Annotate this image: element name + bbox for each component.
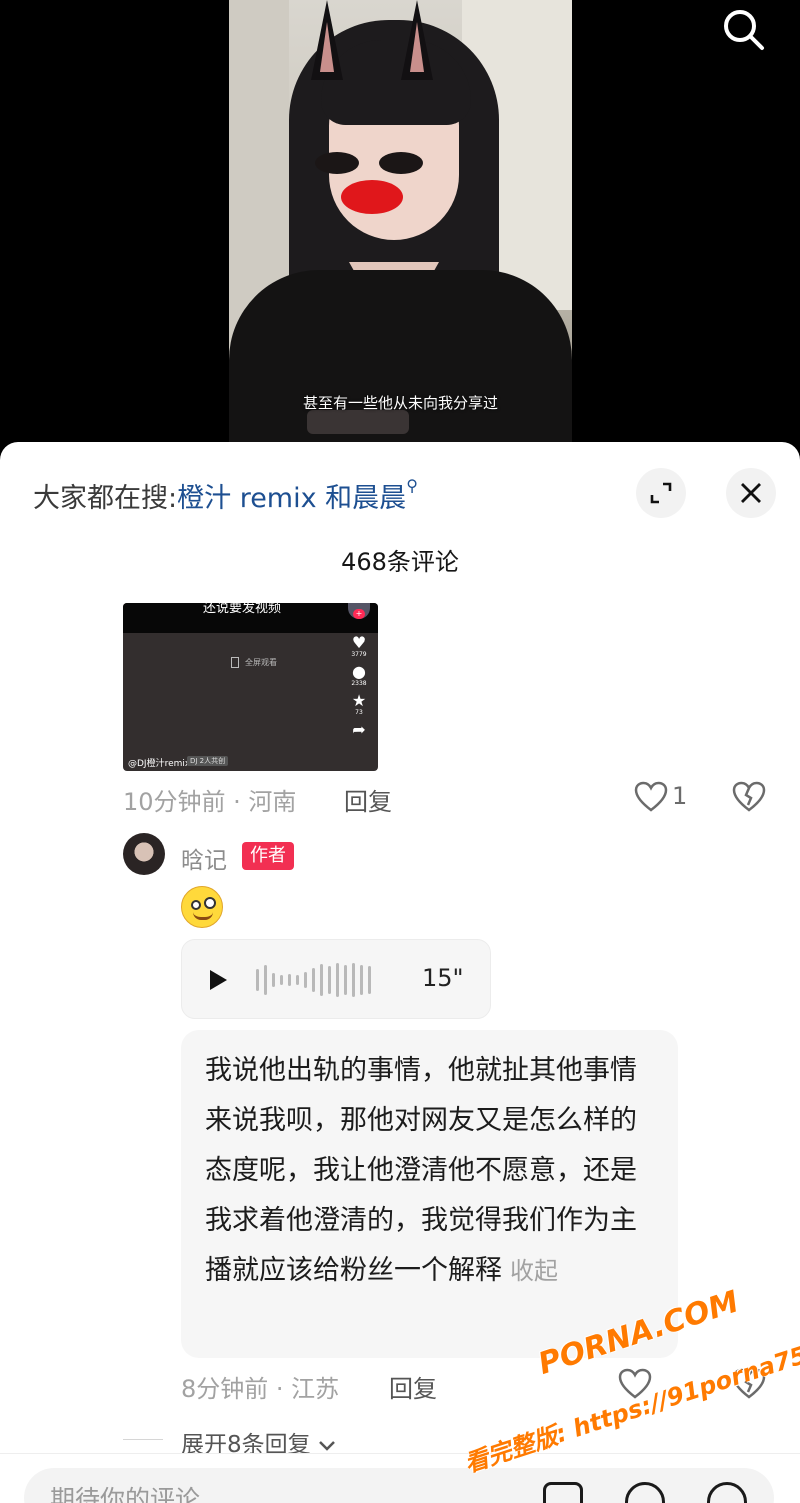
cat-ear-filter [410,22,424,72]
dizzy-face-emoji-icon [181,886,223,928]
voice-message[interactable]: 15" [181,939,491,1019]
image-icon[interactable] [543,1482,583,1503]
video-subtitle: 甚至有一些他从未向我分享过 [302,394,498,412]
comment-timestamp: 8分钟前 · 江苏 [181,1375,340,1403]
thumbnail-caption: 还说要发视频 [203,603,282,616]
voice-duration: 15" [422,964,464,992]
expand-icon [650,482,672,504]
thumbnail-likes: 3779 [351,651,367,658]
search-button[interactable] [718,4,768,54]
comment-text-bubble: 我说他出轨的事情，他就扯其他事情来说我呗，那他对网友又是怎么样的态度呢，我让他澄… [181,1030,678,1358]
cat-ear-filter [320,22,334,72]
thumbnail-handle: @DJ橙汁remix [128,759,191,769]
thumbnail-tag: DJ 2人共创 [187,756,229,766]
reply-button[interactable]: 回复 [389,1369,437,1404]
hot-search-prefix: 大家都在搜: [33,483,178,514]
reply-button[interactable]: 回复 [344,782,392,817]
author-badge: 作者 [242,842,294,870]
comment-image-attachment[interactable]: 还说要发视频 + 全屏观看 ♥ 3779 ● 2338 ★ 73 ➦ @DJ橙汁… [123,603,378,771]
comment-text: 我说他出轨的事情，他就扯其他事情来说我呗，那他对网友又是怎么样的态度呢，我让他澄… [205,1055,637,1286]
comment-input-placeholder: 期待你的评论 [50,1485,201,1503]
thumbnail-action-column: ♥ 3779 ● 2338 ★ 73 ➦ [348,629,370,738]
video-person-eye [315,152,359,174]
comment-input-bar: 期待你的评论 [0,1453,800,1503]
heart-outline-icon [634,781,668,812]
comment-count-title: 468条评论 [341,548,459,576]
thumbnail-comments: 2338 [351,680,367,687]
hot-search-keyword[interactable]: 橙汁 remix 和晨晨 [177,483,406,514]
like-button[interactable] [634,781,668,817]
close-icon [741,483,761,503]
expand-button[interactable] [636,468,686,518]
video-person-eye [379,152,423,174]
video-player[interactable]: 甚至有一些他从未向我分享过 [0,0,800,445]
collapse-button[interactable]: 收起 [510,1257,558,1285]
like-count: 1 [672,782,688,810]
comment-sheet: 大家都在搜:橙汁 remix 和晨晨⚲ 468条评论 还说要发视频 + 全屏观看… [0,442,800,1503]
thumbnail-fullscreen-label: 全屏观看 [231,657,277,668]
broken-heart-icon [732,781,766,812]
avatar[interactable] [123,833,165,875]
thumbnail-favorites: 73 [355,709,363,716]
search-icon [724,10,764,50]
comment-icon: ● [352,662,366,681]
chevron-down-icon [319,1441,335,1451]
star-icon: ★ [351,691,367,710]
thumbnail-follow-icon: + [353,609,365,619]
close-button[interactable] [726,468,776,518]
waveform-icon [256,962,371,998]
video-person-hair [321,40,471,125]
video-person-phone [307,410,409,434]
lips-filter [341,180,403,214]
comment-username[interactable]: 晗记 [181,841,227,875]
comment-timestamp: 10分钟前 · 河南 [123,788,297,816]
hot-search-bar[interactable]: 大家都在搜:橙汁 remix 和晨晨⚲ [33,476,418,515]
dislike-button[interactable] [732,781,766,817]
thumbnail-header: 还说要发视频 [123,603,378,633]
video-frame[interactable]: 甚至有一些他从未向我分享过 [229,0,572,445]
small-search-icon: ⚲ [406,476,418,495]
play-icon[interactable] [210,970,227,990]
heart-icon: ♥ [351,633,367,652]
share-icon: ➦ [352,720,366,739]
divider [123,1439,163,1440]
